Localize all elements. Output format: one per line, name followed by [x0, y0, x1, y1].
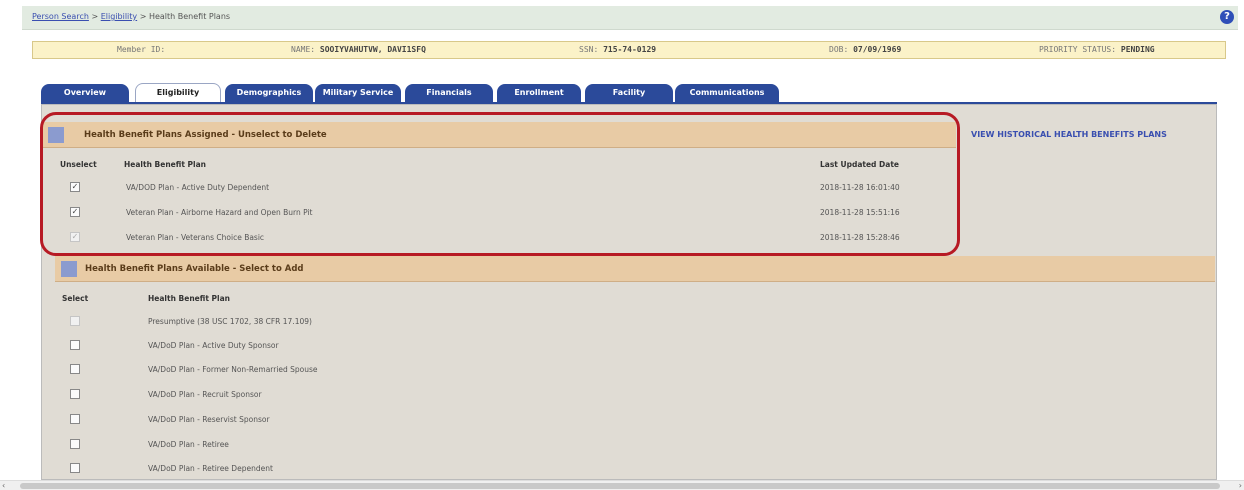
plan-name: VA/DOD Plan - Active Duty Dependent — [126, 183, 270, 192]
name-label: NAME: — [291, 45, 316, 54]
plan-date: 2018-11-28 15:28:46 — [820, 233, 900, 242]
breadcrumb-separator: > — [139, 12, 147, 21]
select-checkbox[interactable] — [70, 414, 80, 424]
assigned-plans-header: Health Benefit Plans Assigned - Unselect… — [42, 122, 956, 148]
select-checkbox[interactable] — [70, 439, 80, 449]
plan-name: VA/DoD Plan - Former Non-Remarried Spous… — [148, 365, 318, 374]
available-plans-header: Health Benefit Plans Available - Select … — [55, 256, 1215, 282]
assigned-plans-title: Health Benefit Plans Assigned - Unselect… — [84, 130, 327, 140]
select-checkbox[interactable] — [70, 389, 80, 399]
scrollbar-thumb[interactable] — [20, 483, 1220, 489]
col-plan: Health Benefit Plan — [124, 160, 206, 169]
select-checkbox[interactable] — [70, 463, 80, 473]
scroll-left-icon[interactable]: ‹ — [2, 481, 5, 490]
plan-date: 2018-11-28 16:01:40 — [820, 183, 900, 192]
plan-name: VA/DoD Plan - Retiree Dependent — [148, 464, 273, 473]
select-checkbox[interactable] — [70, 364, 80, 374]
plan-name: Veteran Plan - Veterans Choice Basic — [126, 233, 265, 242]
horizontal-scrollbar[interactable]: ‹ › — [0, 480, 1244, 490]
plan-date: 2018-11-28 15:51:16 — [820, 208, 900, 217]
col-select: Select — [62, 294, 89, 303]
plan-name: VA/DoD Plan - Retiree — [148, 440, 229, 449]
breadcrumb-current: Health Benefit Plans — [148, 12, 231, 21]
breadcrumb-person-search[interactable]: Person Search — [32, 12, 89, 21]
tab-facility[interactable]: Facility — [585, 84, 673, 102]
member-dob: DOB: 07/09/1969 — [829, 45, 901, 54]
member-name: NAME: SOOIYVAHUTVW, DAVI1SFQ — [291, 45, 426, 54]
member-id-label: Member ID: — [117, 45, 166, 54]
breadcrumb-eligibility[interactable]: Eligibility — [101, 12, 137, 21]
member-priority: PRIORITY STATUS: PENDING — [1039, 45, 1155, 54]
select-checkbox[interactable] — [70, 316, 80, 326]
plan-name: Presumptive (38 USC 1702, 38 CFR 17.109) — [148, 317, 312, 326]
top-bar: Person Search > Eligibility > Health Ben… — [22, 6, 1238, 30]
select-checkbox[interactable] — [70, 340, 80, 350]
plan-name: Veteran Plan - Airborne Hazard and Open … — [126, 208, 313, 217]
tab-communications[interactable]: Communications — [675, 84, 779, 102]
available-plans-title: Health Benefit Plans Available - Select … — [85, 264, 304, 274]
unselect-checkbox[interactable]: ✓ — [70, 182, 80, 192]
section-marker-icon — [48, 127, 64, 143]
unselect-checkbox[interactable]: ✓ — [70, 207, 80, 217]
tab-overview[interactable]: Overview — [41, 84, 129, 102]
tab-eligibility[interactable]: Eligibility — [135, 83, 221, 103]
tab-enrollment[interactable]: Enrollment — [497, 84, 581, 102]
section-marker-icon — [61, 261, 77, 277]
name-value: SOOIYVAHUTVW, DAVI1SFQ — [319, 45, 426, 54]
member-ssn: SSN: 715-74-0129 — [579, 45, 656, 54]
unselect-checkbox[interactable]: ✓ — [70, 232, 80, 242]
plan-name: VA/DoD Plan - Reservist Sponsor — [148, 415, 270, 424]
col-unselect: Unselect — [60, 160, 97, 169]
breadcrumb-separator: > — [91, 12, 99, 21]
tab-financials[interactable]: Financials — [405, 84, 493, 102]
priority-label: PRIORITY STATUS: — [1039, 45, 1117, 54]
col-plan: Health Benefit Plan — [148, 294, 230, 303]
ssn-label: SSN: — [579, 45, 599, 54]
dob-label: DOB: — [829, 45, 849, 54]
breadcrumb: Person Search > Eligibility > Health Ben… — [32, 12, 230, 21]
tab-military-service[interactable]: Military Service — [315, 84, 401, 102]
dob-value: 07/09/1969 — [853, 45, 902, 54]
help-icon[interactable]: ? — [1220, 10, 1234, 24]
plan-name: VA/DoD Plan - Active Duty Sponsor — [148, 341, 279, 350]
member-info-bar: Member ID: NAME: SOOIYVAHUTVW, DAVI1SFQ … — [32, 41, 1226, 59]
scroll-right-icon[interactable]: › — [1239, 481, 1242, 490]
view-historical-plans-link[interactable]: VIEW HISTORICAL HEALTH BENEFITS PLANS — [971, 130, 1167, 139]
ssn-value: 715-74-0129 — [603, 45, 657, 54]
col-last-updated: Last Updated Date — [820, 160, 899, 169]
plan-name: VA/DoD Plan - Recruit Sponsor — [148, 390, 262, 399]
priority-value: PENDING — [1120, 45, 1155, 54]
tab-demographics[interactable]: Demographics — [225, 84, 313, 102]
